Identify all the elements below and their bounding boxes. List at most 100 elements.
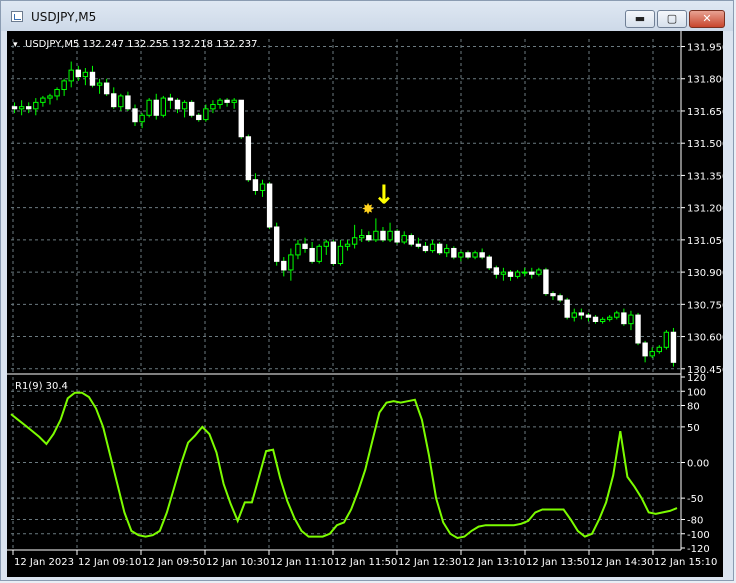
chart-canvas[interactable]: ↓✸ 131.950 131.800 131.650 131.500 131.350 13… bbox=[7, 31, 728, 577]
candle-body bbox=[89, 71, 96, 86]
candle-body bbox=[167, 97, 174, 101]
candle-body bbox=[642, 342, 648, 357]
price-tick-label: 131.500 bbox=[687, 139, 723, 150]
time-tick-label: 12 Jan 09:10 bbox=[78, 557, 141, 568]
candle-body bbox=[387, 230, 393, 241]
time-tick-label: 12 Jan 15:10 bbox=[654, 557, 717, 568]
candle-body bbox=[288, 254, 294, 271]
candle-body bbox=[96, 82, 103, 86]
candle-body bbox=[621, 312, 627, 325]
candle-body bbox=[132, 108, 138, 123]
osc-tick-label: -80 bbox=[687, 516, 703, 527]
candle-body bbox=[444, 247, 450, 254]
time-tick-label: 12 Jan 14:30 bbox=[590, 557, 653, 568]
osc-tick-label: 100 bbox=[687, 387, 706, 398]
candle-body bbox=[628, 314, 634, 325]
candle-body bbox=[429, 243, 436, 252]
candle-body bbox=[330, 241, 337, 265]
candle-body bbox=[75, 69, 82, 78]
chart-header-label: USDJPY,M5 132.247 132.255 132.218 132.23… bbox=[25, 39, 258, 50]
candle-body bbox=[635, 314, 641, 344]
terminal-chart-window: USDJPY,M5 ▬ ▢ ✕ ↓✸ 131.950 131.800 131.650… bbox=[0, 0, 734, 581]
candle-body bbox=[663, 331, 670, 348]
osc-tick-label: 0.00 bbox=[687, 459, 709, 470]
price-tick-label: 131.800 bbox=[687, 75, 723, 86]
time-tick-label: 12 Jan 13:10 bbox=[462, 557, 525, 568]
price-tick-label: 131.200 bbox=[687, 204, 723, 215]
candle-body bbox=[153, 99, 159, 116]
candle-body bbox=[614, 312, 620, 318]
osc-tick-label: 120 bbox=[687, 373, 706, 384]
indicator-label: R1(9) 30.4 bbox=[15, 381, 68, 392]
maximize-button[interactable]: ▢ bbox=[657, 10, 687, 28]
osc-tick-label: 80 bbox=[687, 402, 700, 413]
minimize-button[interactable]: ▬ bbox=[625, 10, 655, 28]
price-tick-label: 130.600 bbox=[687, 333, 723, 344]
candle-body bbox=[302, 243, 308, 249]
candle-body bbox=[160, 97, 167, 116]
window-titlebar[interactable]: USDJPY,M5 ▬ ▢ ✕ bbox=[1, 1, 733, 31]
candle-body bbox=[606, 316, 613, 320]
signal-star-icon: ✸ bbox=[362, 200, 375, 218]
candle-body bbox=[337, 245, 344, 265]
osc-tick-label: -100 bbox=[687, 530, 710, 541]
chart-area[interactable]: ↓✸ 131.950 131.800 131.650 131.500 131.350 13… bbox=[7, 31, 728, 577]
candle-body bbox=[656, 346, 662, 353]
candle-body bbox=[231, 99, 237, 103]
candle-body bbox=[61, 80, 67, 90]
close-button[interactable]: ✕ bbox=[689, 10, 725, 28]
candle-body bbox=[68, 69, 74, 82]
price-tick-label: 131.650 bbox=[687, 107, 723, 118]
candle-body bbox=[217, 99, 223, 106]
candle-body bbox=[599, 318, 606, 323]
candle-body bbox=[273, 226, 280, 262]
candle-body bbox=[11, 106, 18, 110]
candle-body bbox=[408, 235, 415, 245]
candle-body bbox=[111, 93, 117, 108]
candle-body bbox=[465, 252, 471, 258]
time-tick-label: 12 Jan 10:30 bbox=[206, 557, 269, 568]
candle-body bbox=[543, 269, 549, 295]
candle-body bbox=[33, 101, 39, 110]
osc-tick-label: -50 bbox=[687, 494, 703, 505]
candle-body bbox=[203, 108, 209, 121]
candle-body bbox=[521, 271, 528, 274]
candle-body bbox=[188, 101, 195, 116]
candle-body bbox=[536, 269, 542, 275]
candle-body bbox=[309, 247, 315, 262]
time-tick-label: 12 Jan 11:50 bbox=[334, 557, 397, 568]
candle-body bbox=[266, 183, 273, 228]
candle-body bbox=[344, 243, 351, 247]
candle-body bbox=[118, 95, 124, 108]
candle-body bbox=[238, 99, 244, 138]
candle-body bbox=[564, 299, 570, 318]
candle-body bbox=[529, 271, 535, 275]
price-tick-label: 131.350 bbox=[687, 171, 723, 182]
candle-body bbox=[259, 183, 266, 191]
candle-body bbox=[181, 101, 188, 110]
candle-body bbox=[507, 271, 514, 277]
candle-body bbox=[252, 179, 259, 191]
candle-body bbox=[585, 314, 592, 318]
osc-tick-label: -120 bbox=[687, 544, 710, 555]
candle-body bbox=[571, 312, 577, 318]
candle-body bbox=[493, 267, 500, 275]
candle-body bbox=[401, 235, 407, 243]
candle-body bbox=[82, 71, 89, 78]
candle-body bbox=[472, 252, 478, 258]
candle-body bbox=[479, 252, 485, 258]
candle-body bbox=[103, 82, 110, 95]
candle-body bbox=[196, 114, 202, 121]
price-tick-label: 131.050 bbox=[687, 236, 723, 247]
candle-body bbox=[351, 237, 358, 245]
time-tick-label: 12 Jan 2023 bbox=[14, 557, 74, 568]
candle-body bbox=[486, 256, 492, 269]
price-tick-label: 131.950 bbox=[687, 43, 723, 54]
candle-body bbox=[451, 247, 457, 258]
candle-body bbox=[18, 106, 25, 110]
candle-body bbox=[458, 252, 464, 258]
price-tick-label: 130.750 bbox=[687, 300, 723, 311]
candle-body bbox=[394, 230, 400, 243]
candle-body bbox=[550, 293, 556, 297]
candle-body bbox=[210, 104, 216, 110]
